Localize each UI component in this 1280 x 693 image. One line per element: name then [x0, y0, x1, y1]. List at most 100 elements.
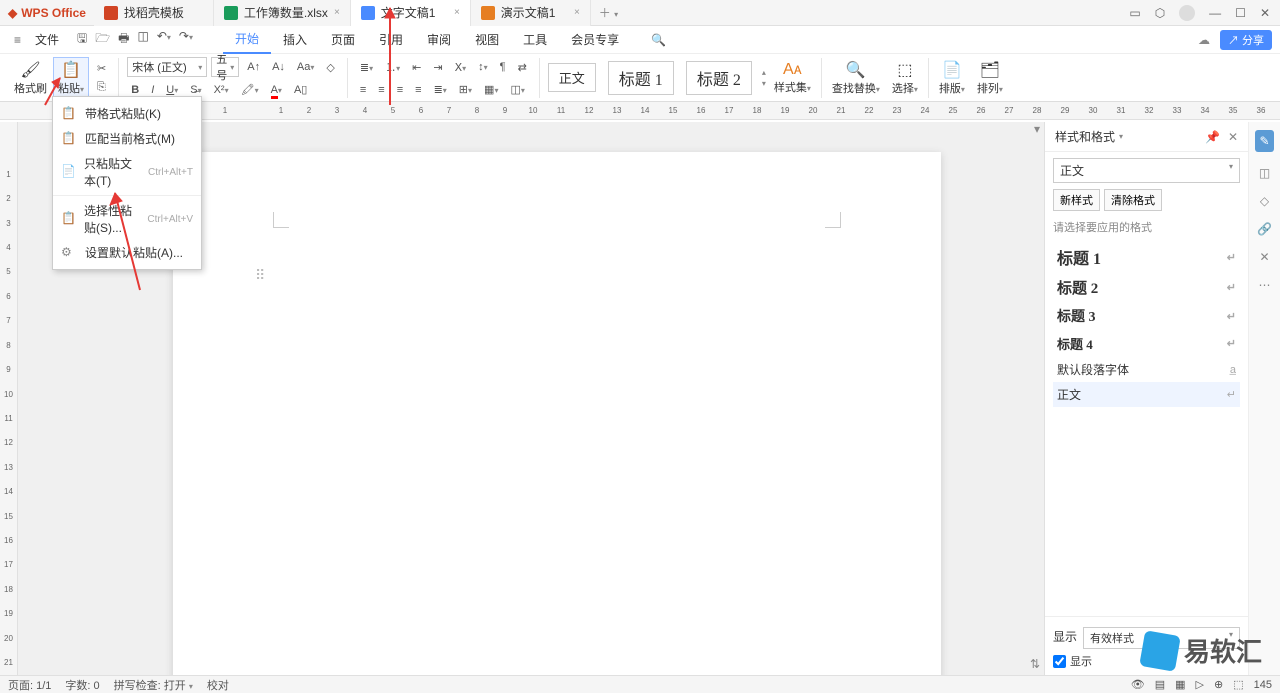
line-spacing-icon[interactable]: ↕▾ — [474, 59, 492, 75]
align-center-icon[interactable]: ≡ — [374, 82, 388, 98]
font-select[interactable]: 宋体 (正文)▾ — [127, 57, 207, 77]
numbering-icon[interactable]: ⒈▾ — [381, 57, 404, 77]
close-icon[interactable]: ✕ — [1228, 130, 1238, 144]
highlight-icon[interactable]: 🖍▾ — [237, 81, 263, 98]
style-heading1[interactable]: 标题 1 ↵ — [1053, 241, 1240, 273]
vertical-ruler[interactable]: 123456789101112131415161718192021 — [0, 122, 18, 675]
paste-special[interactable]: 📋 选择性粘贴(S)... Ctrl+Alt+V — [53, 198, 201, 240]
find-replace-group[interactable]: 🔍 查找替换▾ — [826, 60, 886, 96]
clear-style-button[interactable]: 清除格式 — [1104, 189, 1162, 211]
proof-status[interactable]: 校对 — [207, 677, 229, 693]
new-tab-button[interactable]: ＋ ▾ — [591, 4, 626, 21]
cube-icon[interactable]: ⬡ — [1155, 6, 1165, 20]
search-icon[interactable]: 🔍 — [651, 33, 666, 47]
justify-icon[interactable]: ≡ — [411, 82, 425, 98]
text-dir-icon[interactable]: Ⅹ▾ — [451, 59, 471, 76]
share-button[interactable]: ↗ 分享 — [1220, 30, 1272, 50]
change-case-icon[interactable]: Aa▾ — [293, 59, 318, 75]
style-set-group[interactable]: Aᴀ 样式集▾ — [768, 61, 817, 95]
borders-icon[interactable]: ▦▾ — [480, 81, 502, 98]
shrink-font-icon[interactable]: A↓ — [268, 59, 289, 75]
globe-icon[interactable]: ⊕ — [1214, 678, 1223, 691]
pin-icon[interactable]: 📌 — [1205, 130, 1220, 144]
style-default-para[interactable]: 默认段落字体 a̲ — [1053, 357, 1240, 382]
scroll-icon[interactable]: ⇅ — [1030, 657, 1040, 671]
tab-reference[interactable]: 引用 — [367, 26, 415, 54]
window-mode-icon[interactable]: ▭ — [1129, 6, 1140, 20]
paste-group[interactable]: 📋 粘贴▾ — [53, 57, 89, 99]
copy-icon[interactable]: ⎘ — [93, 79, 110, 96]
panel-title-dropdown[interactable]: 样式和格式 ▾ — [1055, 128, 1123, 145]
style-normal[interactable]: 正文 — [548, 63, 596, 92]
fit-icon[interactable]: ⬚ — [1233, 678, 1243, 691]
cloud-icon[interactable]: ☁ — [1198, 33, 1210, 47]
more-icon[interactable]: ⋯ — [1259, 278, 1271, 292]
tools-icon[interactable]: ✕ — [1259, 250, 1269, 264]
tab-tools[interactable]: 工具 — [511, 26, 559, 54]
tabs-icon[interactable]: ⊞▾ — [455, 81, 476, 98]
align-right-icon[interactable]: ≡ — [393, 82, 407, 98]
hamburger-icon[interactable]: ≡ — [8, 33, 27, 47]
preview-icon[interactable]: ◫ — [137, 29, 148, 50]
sort-group[interactable]: 🗂 排列▾ — [971, 60, 1009, 96]
play-icon[interactable]: ▷ — [1196, 678, 1204, 691]
view-icon[interactable]: 👁 — [1131, 678, 1145, 691]
page-indicator[interactable]: 页面: 1/1 — [8, 677, 51, 693]
fill-icon[interactable]: ◫▾ — [506, 81, 528, 98]
tab-view[interactable]: 视图 — [463, 26, 511, 54]
cut-icon[interactable]: ✂ — [93, 60, 110, 77]
maximize-icon[interactable]: ☐ — [1235, 6, 1246, 20]
ruler-collapse-icon[interactable]: ▾ — [1034, 122, 1040, 136]
current-style-select[interactable]: 正文 ▾ — [1053, 158, 1240, 183]
save-icon[interactable]: 🖫 — [77, 29, 87, 50]
paste-match-format[interactable]: 📋 匹配当前格式(M) — [53, 126, 201, 151]
close-icon[interactable]: × — [574, 7, 580, 18]
distribute-icon[interactable]: ≣▾ — [430, 81, 451, 98]
readmode-icon[interactable]: ▤ — [1155, 678, 1165, 691]
pilcrow-icon[interactable]: ¶ — [496, 59, 510, 75]
clear-format-icon[interactable]: ◇ — [322, 59, 338, 76]
format-brush-group[interactable]: 🖌 格式刷 — [8, 60, 53, 96]
styles-down-icon[interactable]: ▾ — [762, 79, 766, 88]
open-icon[interactable]: 🗁 — [95, 29, 110, 50]
layout-group[interactable]: 📄 排版▾ — [933, 60, 971, 96]
styles-up-icon[interactable]: ▴ — [762, 68, 766, 77]
file-menu[interactable]: 文件 — [27, 31, 67, 48]
user-icon[interactable] — [1179, 5, 1195, 21]
style-heading2[interactable]: 标题 2 — [686, 61, 752, 95]
style-heading2[interactable]: 标题 2 ↵ — [1053, 273, 1240, 302]
paste-keep-format[interactable]: 📋 带格式粘贴(K) — [53, 101, 201, 126]
minimize-icon[interactable]: — — [1209, 6, 1221, 20]
style-body[interactable]: 正文 ↵ — [1053, 382, 1240, 407]
close-icon[interactable]: × — [454, 7, 460, 18]
page[interactable]: ⠿ — [173, 152, 941, 675]
shapes-icon[interactable]: ◇ — [1260, 194, 1269, 208]
zoom-value[interactable]: 145 — [1254, 679, 1272, 691]
paste-default-settings[interactable]: ⚙ 设置默认粘贴(A)... — [53, 240, 201, 265]
style-heading1[interactable]: 标题 1 — [608, 61, 674, 95]
superscript-icon[interactable]: X²▾ — [210, 82, 233, 98]
close-icon[interactable]: ✕ — [1260, 6, 1270, 20]
grow-font-icon[interactable]: A↑ — [243, 59, 264, 75]
align-left-icon[interactable]: ≡ — [356, 82, 370, 98]
style-heading3[interactable]: 标题 3 ↵ — [1053, 302, 1240, 330]
drag-handle-icon[interactable]: ⠿ — [255, 267, 266, 284]
tab-presentation[interactable]: 演示文稿1 × — [471, 0, 591, 26]
tab-spreadsheet[interactable]: 工作簿数量.xlsx × — [214, 0, 351, 26]
spellcheck-status[interactable]: 拼写检查: 打开 ▾ — [114, 677, 193, 693]
print-icon[interactable]: 🖶 — [118, 29, 129, 50]
undo-icon[interactable]: ↶▾ — [157, 29, 171, 50]
bullets-icon[interactable]: ≣▾ — [356, 59, 377, 76]
close-icon[interactable]: × — [334, 7, 340, 18]
weblayout-icon[interactable]: ▦ — [1175, 678, 1185, 691]
select-group[interactable]: ⬚ 选择▾ — [886, 60, 924, 96]
direction-icon[interactable]: ⇄ — [514, 59, 531, 76]
tab-start[interactable]: 开始 — [223, 26, 271, 54]
tab-insert[interactable]: 插入 — [271, 26, 319, 54]
checkbox[interactable] — [1053, 655, 1066, 668]
link-icon[interactable]: 🔗 — [1257, 222, 1272, 236]
dec-indent-icon[interactable]: ⇤ — [408, 59, 425, 76]
tab-templates[interactable]: 找稻壳模板 — [94, 0, 214, 26]
font-color-icon[interactable]: A▾ — [267, 82, 286, 98]
style-heading4[interactable]: 标题 4 ↵ — [1053, 330, 1240, 357]
